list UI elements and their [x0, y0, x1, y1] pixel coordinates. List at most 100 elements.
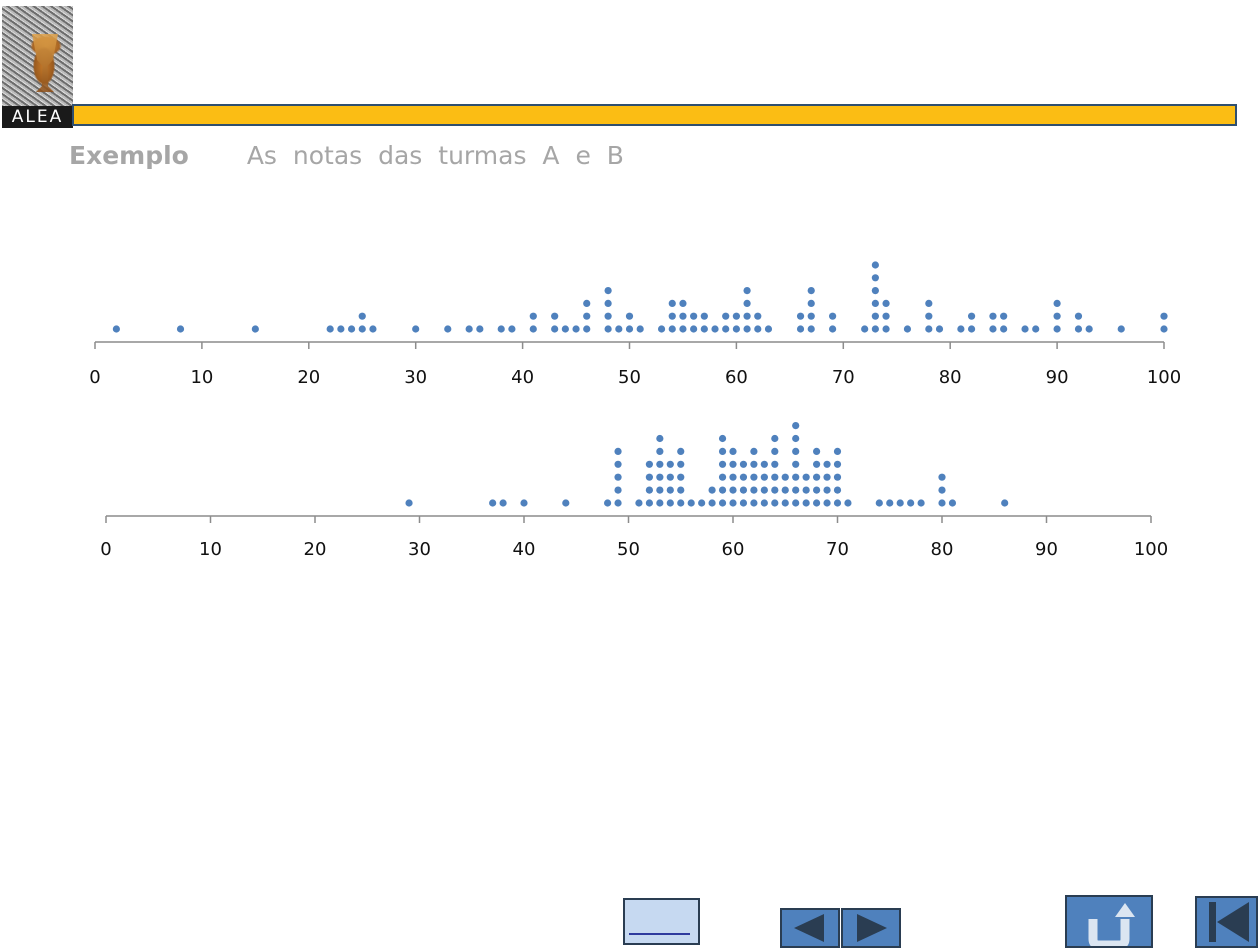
data-dot — [807, 287, 815, 295]
x-tick-label: 90 — [1035, 539, 1058, 560]
data-dot — [886, 499, 894, 507]
data-dot — [882, 299, 890, 307]
data-dot — [718, 447, 727, 455]
data-dot — [666, 473, 674, 481]
data-dot — [754, 312, 762, 320]
data-dot — [871, 261, 879, 269]
first-slide-button[interactable] — [1195, 896, 1258, 948]
data-dot — [813, 447, 821, 455]
data-dot — [739, 460, 748, 468]
data-dot — [771, 434, 779, 443]
data-dot — [1074, 325, 1083, 333]
data-dot — [677, 499, 685, 507]
list-button[interactable] — [623, 898, 700, 945]
data-dot — [917, 499, 925, 507]
data-dot — [677, 460, 685, 468]
data-dot — [656, 434, 664, 443]
data-dot — [935, 325, 944, 333]
data-dot — [871, 325, 879, 333]
data-dot — [807, 312, 815, 320]
data-dot — [882, 312, 890, 320]
data-dot — [604, 499, 612, 507]
data-dot — [739, 499, 748, 507]
x-tick-label: 90 — [1046, 367, 1069, 388]
x-tick-label: 100 — [1134, 539, 1168, 560]
data-dot — [718, 434, 727, 443]
data-dot — [708, 499, 716, 507]
data-dot — [656, 447, 664, 455]
x-tick-label: 100 — [1147, 367, 1181, 388]
data-dot — [729, 486, 737, 494]
data-dot — [823, 486, 831, 494]
data-dot — [679, 312, 687, 320]
data-dot — [760, 473, 768, 481]
data-dot — [729, 473, 737, 481]
data-dot — [833, 447, 842, 455]
data-dot — [700, 325, 708, 333]
data-dot — [551, 312, 559, 320]
data-dot — [989, 312, 997, 320]
data-dot — [625, 312, 634, 320]
data-dot — [645, 486, 654, 494]
data-dot — [668, 325, 676, 333]
data-dot — [896, 499, 904, 507]
data-dot — [614, 486, 622, 494]
data-dot — [369, 325, 377, 333]
data-dot — [925, 325, 933, 333]
data-dot — [957, 325, 965, 333]
data-dot — [604, 312, 612, 320]
data-dot — [615, 325, 623, 333]
data-dot — [875, 499, 883, 507]
data-dot — [882, 325, 890, 333]
data-dot — [562, 499, 570, 507]
data-dot — [718, 486, 727, 494]
data-dot — [668, 312, 676, 320]
data-dot — [690, 325, 698, 333]
data-dot — [465, 325, 473, 333]
x-tick-label: 50 — [617, 539, 640, 560]
return-button[interactable] — [1065, 895, 1153, 950]
x-tick-label: 10 — [190, 367, 213, 388]
data-dot — [326, 325, 334, 333]
previous-button[interactable] — [780, 908, 840, 948]
data-dot — [561, 325, 569, 333]
data-dot — [871, 312, 879, 320]
data-dot — [497, 325, 505, 333]
data-dot — [405, 499, 413, 507]
triangle-left-icon — [794, 914, 824, 942]
data-dot — [833, 486, 842, 494]
data-dot — [781, 499, 789, 507]
data-dot — [656, 486, 664, 494]
data-dot — [1000, 312, 1008, 320]
x-tick-label: 70 — [832, 367, 855, 388]
data-dot — [679, 325, 687, 333]
data-dot — [337, 325, 345, 333]
data-dot — [938, 473, 946, 481]
data-dot — [732, 325, 741, 333]
data-dot — [760, 499, 768, 507]
data-dot — [499, 499, 507, 507]
data-dot — [792, 434, 800, 443]
data-dot — [604, 287, 612, 295]
data-dot — [802, 499, 810, 507]
data-dot — [614, 460, 622, 468]
data-dot — [833, 473, 842, 481]
data-dot — [967, 312, 976, 320]
data-dot — [604, 299, 612, 307]
data-dot — [614, 473, 622, 481]
data-dot — [743, 287, 751, 295]
x-tick-label: 0 — [89, 367, 100, 388]
data-dot — [871, 287, 879, 295]
next-button[interactable] — [841, 908, 901, 948]
data-dot — [1053, 325, 1061, 333]
data-dot — [112, 325, 120, 333]
dot-plot-2: 0 10 20 30 40 50 60 70 80 90 100 — [100, 422, 1168, 560]
data-dot — [750, 460, 758, 468]
data-dot — [802, 486, 810, 494]
data-dot — [583, 299, 591, 307]
data-dot — [718, 460, 727, 468]
data-dot — [529, 312, 537, 320]
data-dot — [771, 447, 779, 455]
data-dot — [711, 325, 719, 333]
data-dot — [679, 299, 687, 307]
